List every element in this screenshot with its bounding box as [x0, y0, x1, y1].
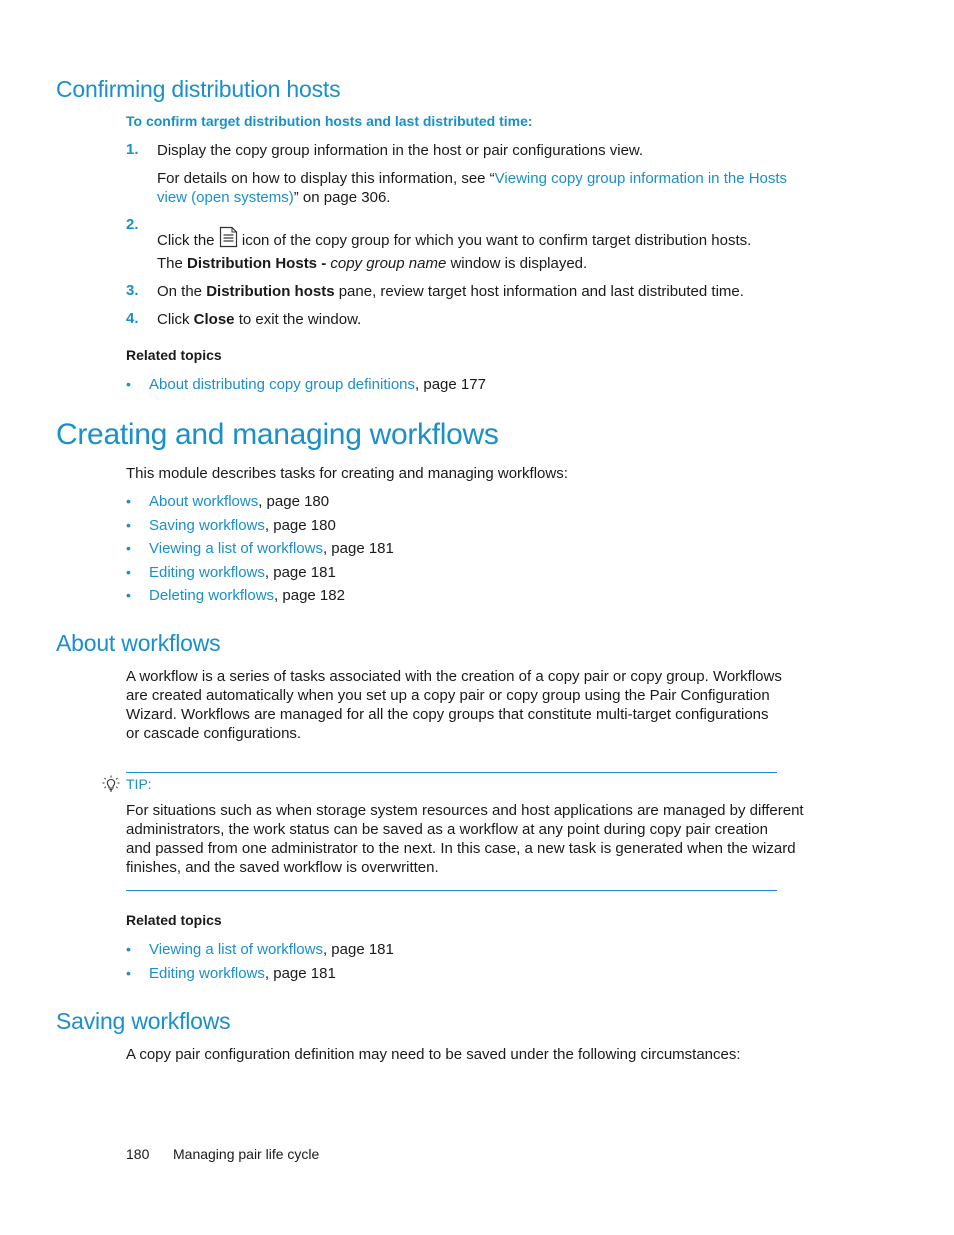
paragraph-line: A workflow is a series of tasks associat…	[126, 668, 782, 685]
result-suffix: window is displayed.	[450, 255, 588, 272]
module-topic-item: • About workflows, page 180	[126, 492, 394, 516]
topic-page: , page 180	[258, 493, 330, 510]
step-number: 4.	[126, 310, 139, 327]
tip-line: and passed from one administrator to the…	[126, 840, 796, 857]
chapter-heading-creating: Creating and managing workflows	[56, 418, 499, 451]
step-prefix: Click	[157, 311, 190, 328]
related-topics-heading: Related topics	[126, 912, 222, 928]
topic-link-about-workflows[interactable]: About workflows	[149, 492, 258, 511]
tip-bottom-rule	[126, 890, 777, 891]
paragraph-line: Wizard. Workflows are managed for all th…	[126, 706, 769, 723]
procedure-title: To confirm target distribution hosts and…	[126, 113, 533, 129]
bullet-icon: •	[126, 941, 131, 957]
related-topic-link[interactable]: About distributing copy group definition…	[149, 375, 415, 394]
bullet-icon: •	[126, 376, 131, 392]
step-suffix: pane, review target host information and…	[338, 283, 744, 300]
step-text: On the Distribution hosts pane, review t…	[157, 282, 744, 301]
module-topic-item: • Viewing a list of workflows, page 181	[126, 539, 394, 563]
related-topic-page: , page 181	[322, 941, 394, 958]
window-name-bold: Distribution Hosts -	[187, 255, 327, 272]
step-text-before-icon: Click the	[157, 232, 215, 249]
topic-page: , page 180	[264, 516, 336, 534]
cross-reference-link[interactable]: Viewing copy group information in the Ho…	[495, 170, 787, 187]
module-topic-list: • About workflows, page 180 • Saving wor…	[126, 492, 394, 610]
step-detail-cont: view (open systems)” on page 306.	[157, 188, 390, 207]
tip-line: finishes, and the saved workflow is over…	[126, 859, 439, 876]
step-number: 1.	[126, 141, 139, 158]
detail-prefix: For details on how to display this infor…	[157, 170, 495, 187]
step-text-after-icon: icon of the copy group for which you wan…	[241, 232, 752, 249]
button-name: Close	[193, 311, 235, 328]
window-name-italic: copy group name	[330, 255, 447, 272]
paragraph-line: or cascade configurations.	[126, 725, 302, 742]
topic-page: , page 182	[274, 587, 345, 604]
related-topic-link[interactable]: Viewing a list of workflows	[149, 940, 323, 959]
step-number: 2.	[126, 216, 139, 233]
saving-intro: A copy pair configuration definition may…	[126, 1046, 741, 1063]
tip-line: For situations such as when storage syst…	[126, 802, 804, 819]
paragraph-line: are created automatically when you set u…	[126, 687, 770, 704]
about-paragraph: A workflow is a series of tasks associat…	[126, 667, 806, 743]
topic-page: , page 181	[264, 563, 336, 581]
result-prefix: The	[157, 255, 183, 272]
bullet-icon: •	[126, 540, 131, 556]
topic-link-saving-workflows[interactable]: Saving workflows	[149, 516, 265, 535]
related-topic-page: , page 181	[264, 964, 336, 982]
step-text: Click the icon of the copy group for whi…	[157, 226, 751, 250]
detail-suffix: ” on page 306.	[293, 189, 391, 206]
module-topic-item: • Deleting workflows, page 182	[126, 586, 394, 610]
bullet-icon: •	[126, 493, 131, 509]
step-number: 3.	[126, 282, 139, 299]
module-topic-item: • Editing workflows, page 181	[126, 563, 394, 587]
step-text: Display the copy group information in th…	[157, 142, 644, 159]
tip-line: administrators, the work status can be s…	[126, 821, 768, 838]
page-number: 180	[126, 1146, 150, 1162]
section-heading-confirming: Confirming distribution hosts	[56, 76, 341, 102]
step-prefix: On the	[157, 283, 203, 300]
chapter-title: Managing pair life cycle	[173, 1146, 320, 1162]
related-topics-heading: Related topics	[126, 347, 222, 363]
step-result: The Distribution Hosts - copy group name…	[157, 254, 587, 273]
related-topic-item: • About distributing copy group definiti…	[126, 375, 486, 394]
related-topic-item: • Editing workflows, page 181	[126, 964, 394, 988]
tip-body: For situations such as when storage syst…	[126, 801, 806, 877]
related-topic-item: • Viewing a list of workflows, page 181	[126, 940, 394, 964]
module-topic-item: • Saving workflows, page 180	[126, 516, 394, 540]
bullet-icon: •	[126, 964, 131, 981]
step-detail: For details on how to display this infor…	[157, 169, 787, 188]
tip-label: TIP:	[126, 776, 152, 792]
related-topic-link[interactable]: Editing workflows	[149, 964, 265, 983]
topic-link-deleting-workflows[interactable]: Deleting workflows	[149, 586, 274, 605]
cross-reference-link-cont[interactable]: view (open systems)	[157, 189, 294, 206]
lightbulb-icon	[102, 775, 120, 793]
related-topics-list: • Viewing a list of workflows, page 181 …	[126, 940, 394, 987]
step-suffix: to exit the window.	[238, 311, 362, 328]
document-icon	[219, 226, 238, 248]
bullet-icon: •	[126, 516, 131, 533]
bullet-icon: •	[126, 587, 131, 603]
section-heading-about: About workflows	[56, 630, 221, 656]
topic-link-editing-workflows[interactable]: Editing workflows	[149, 563, 265, 582]
topic-page: , page 181	[322, 540, 394, 557]
tip-top-rule	[126, 772, 777, 773]
pane-name: Distribution hosts	[206, 283, 335, 300]
bullet-icon: •	[126, 563, 131, 580]
related-topic-page: , page 177	[415, 376, 486, 393]
step-text: Click Close to exit the window.	[157, 310, 361, 329]
module-intro: This module describes tasks for creating…	[126, 465, 568, 482]
topic-link-viewing-workflows[interactable]: Viewing a list of workflows	[149, 539, 323, 558]
section-heading-saving: Saving workflows	[56, 1008, 231, 1034]
